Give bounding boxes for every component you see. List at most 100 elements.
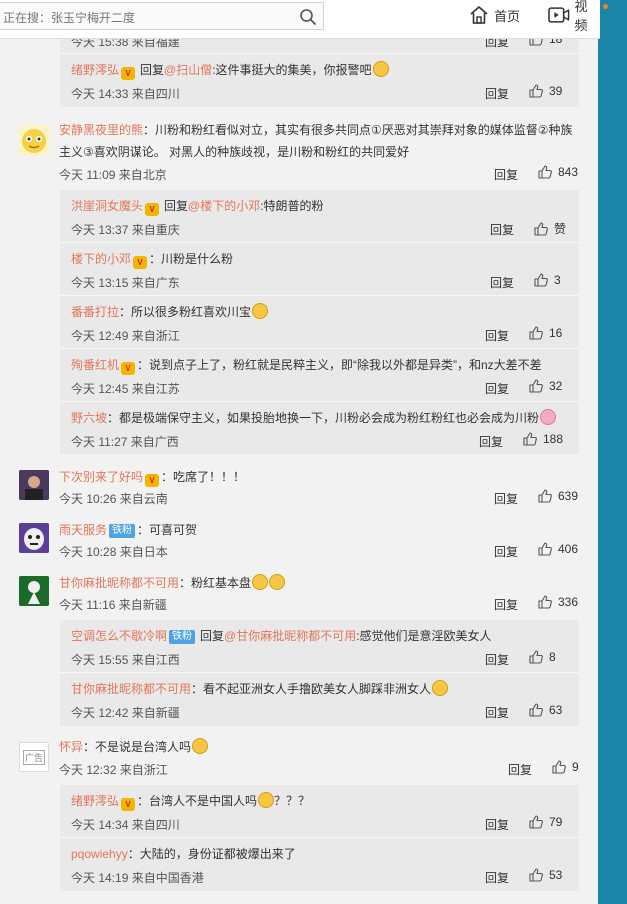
like-button[interactable]: 639: [538, 489, 578, 503]
like-button[interactable]: 336: [538, 595, 578, 609]
vip-badge-icon: V: [145, 203, 160, 216]
comment-meta: 今天 12:49 来自浙江: [71, 329, 180, 343]
username[interactable]: pqowiehyy: [71, 847, 128, 861]
like-button[interactable]: 16: [529, 326, 562, 340]
avatar[interactable]: 广告: [19, 742, 49, 772]
username[interactable]: 下次别来了好吗: [59, 470, 143, 484]
username[interactable]: 雨天服务: [59, 523, 107, 537]
reply-text: 洪崖洞女魔头 V 回复@楼下的小邓:特朗普的粉: [71, 195, 324, 217]
reply-button[interactable]: 回复: [485, 327, 509, 344]
reply-text: 甘你麻批昵称都不可用：看不起亚洲女人手撸欧美女人脚踩非洲女人: [71, 678, 449, 700]
reply-button[interactable]: 回复: [485, 651, 509, 668]
reply-button[interactable]: 回复: [479, 433, 503, 450]
comment-meta: 今天 11:09 来自北京: [59, 168, 167, 182]
comment-meta: 今天 14:34 来自四川: [71, 818, 180, 832]
username[interactable]: 安静黑夜里的熊: [59, 123, 143, 137]
divider: [60, 672, 579, 673]
like-button[interactable]: 赞: [534, 220, 566, 237]
thumbs-up-icon: [529, 379, 543, 393]
home-icon: [470, 6, 488, 24]
like-count: 188: [543, 432, 564, 446]
thumbs-up-icon: [529, 650, 543, 664]
side-panel-band: [598, 0, 627, 904]
nav-video-link[interactable]: 视频: [548, 0, 600, 33]
like-button[interactable]: 63: [529, 703, 562, 717]
reply-text: pqowiehyy：大陆的，身份证都被爆出来了: [71, 843, 296, 865]
mention-link[interactable]: @楼下的小邓: [188, 199, 260, 213]
reply-button[interactable]: 回复: [485, 869, 509, 886]
reply-button[interactable]: 回复: [494, 166, 518, 183]
fan-badge: 铁粉: [169, 630, 196, 644]
like-button[interactable]: 8: [529, 650, 556, 664]
mention-link[interactable]: @扫山僧: [164, 63, 212, 77]
divider: [60, 242, 579, 243]
comment-body: ：不是说是台湾人吗: [83, 740, 192, 754]
username[interactable]: 甘你麻批昵称都不可用: [71, 682, 191, 696]
like-button[interactable]: 9: [552, 760, 579, 774]
comment-text: 怀异：不是说是台湾人吗: [59, 736, 209, 758]
like-count: 406: [558, 542, 579, 556]
like-button[interactable]: 188: [523, 432, 563, 446]
username[interactable]: 殉番红机: [71, 358, 119, 372]
comment-meta: 今天 10:26 来自云南: [59, 492, 168, 506]
reply-thread: 空调怎么不歇冷啊 铁粉 回复@甘你麻批昵称都不可用:感觉他们是意淫欧美女人 今天 1…: [60, 620, 579, 726]
search-input[interactable]: 正在搜：张玉宁梅开二度: [0, 2, 324, 30]
like-count: 336: [558, 595, 579, 609]
comment-meta: 今天 14:19 来自中国香港: [71, 871, 204, 885]
thumbs-up-icon: [552, 760, 566, 774]
username[interactable]: 绪野澪弘: [71, 63, 119, 77]
like-button[interactable]: 39: [529, 84, 562, 98]
reply-button[interactable]: 回复: [490, 274, 514, 291]
thumbs-up-icon: [538, 489, 552, 503]
thumbs-up-icon: [529, 84, 543, 98]
thumbs-up-icon: [534, 221, 548, 236]
like-count: 16: [549, 326, 563, 340]
reply-prefix: 回复: [200, 629, 225, 643]
like-count: 639: [558, 489, 579, 503]
emoji-icon: [258, 792, 275, 808]
vip-badge-icon: V: [121, 362, 136, 375]
username[interactable]: 洪崖洞女魔头: [71, 199, 143, 213]
nav-home-link[interactable]: 首页: [469, 5, 520, 25]
reply-prefix: 回复: [164, 199, 189, 213]
username[interactable]: 楼下的小邓: [71, 252, 131, 266]
username[interactable]: 野六坡: [71, 411, 107, 425]
like-button[interactable]: 3: [534, 273, 561, 287]
comment-meta: 今天 12:45 来自江苏: [71, 382, 180, 396]
like-count: 赞: [554, 222, 567, 236]
username[interactable]: 绪野澪弘: [71, 794, 119, 808]
search-placeholder: 正在搜：张玉宁梅开二度: [3, 11, 136, 25]
username[interactable]: 怀异: [59, 740, 83, 754]
avatar[interactable]: [19, 576, 49, 606]
reply-button[interactable]: 回复: [508, 761, 532, 778]
vip-badge-icon: V: [133, 256, 148, 269]
thumbs-up-icon: [523, 432, 537, 446]
avatar[interactable]: [19, 125, 49, 155]
avatar[interactable]: [19, 523, 49, 553]
comment-body: ：吃席了！！！: [161, 470, 246, 484]
search-icon[interactable]: [299, 8, 317, 26]
reply-button[interactable]: 回复: [494, 490, 518, 507]
reply-button[interactable]: 回复: [485, 704, 509, 721]
reply-button[interactable]: 回复: [490, 221, 514, 238]
like-button[interactable]: 79: [529, 815, 562, 829]
comment-meta: 今天 11:16 来自新疆: [59, 598, 167, 612]
mention-link[interactable]: @甘你麻批昵称都不可用: [224, 629, 356, 643]
reply-button[interactable]: 回复: [485, 85, 509, 102]
comment-body: :这件事挺大的集美，你报警吧: [212, 63, 372, 77]
comment-meta: 今天 12:32 来自浙江: [59, 763, 168, 777]
like-button[interactable]: 406: [538, 542, 578, 556]
username[interactable]: 空调怎么不歇冷啊: [71, 629, 167, 643]
reply-button[interactable]: 回复: [485, 816, 509, 833]
like-button[interactable]: 53: [529, 868, 562, 882]
reply-button[interactable]: 回复: [494, 596, 518, 613]
username[interactable]: 甘你麻批昵称都不可用: [59, 576, 179, 590]
like-button[interactable]: 843: [538, 165, 578, 179]
avatar[interactable]: [19, 470, 49, 500]
emoji-icon: [269, 574, 286, 590]
like-count: 63: [549, 703, 563, 717]
reply-button[interactable]: 回复: [485, 380, 509, 397]
reply-button[interactable]: 回复: [494, 543, 518, 560]
username[interactable]: 番番打拉: [71, 305, 119, 319]
like-button[interactable]: 32: [529, 379, 562, 393]
